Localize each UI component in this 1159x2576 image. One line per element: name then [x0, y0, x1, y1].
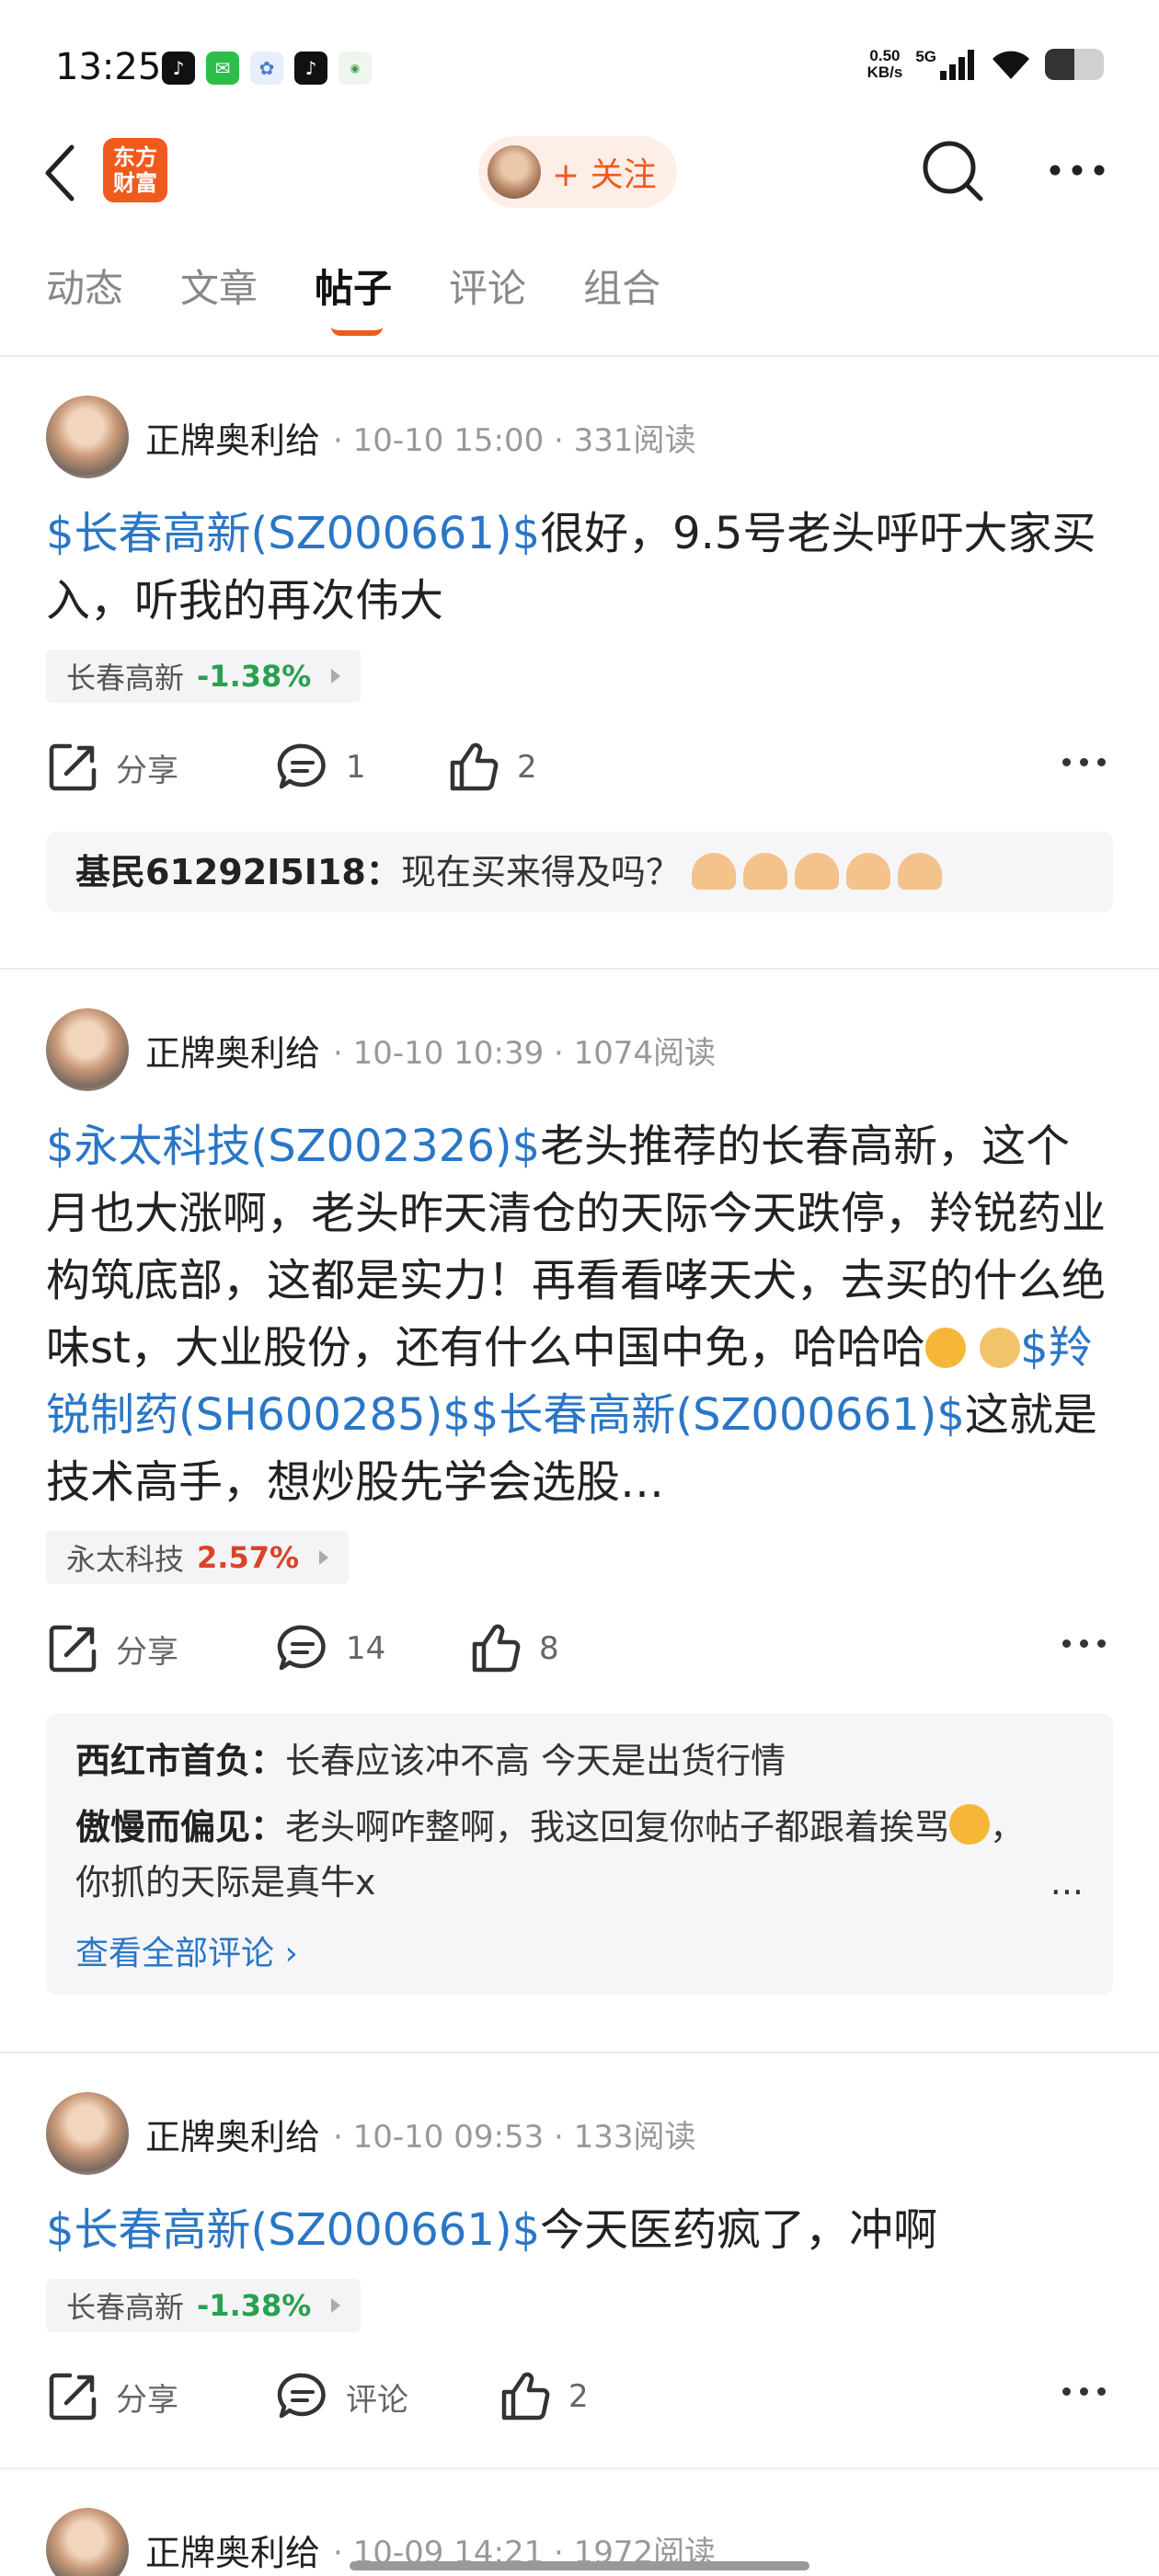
post-body[interactable]: $永太科技(SZ002326)$老头推荐的长春高新，这个月也大涨啊，老头昨天清仓…: [46, 1113, 1113, 1516]
post-card[interactable]: 正牌奥利给 · 10-09 14:21 · 1972阅读: [0, 2469, 1159, 2576]
share-icon: [49, 743, 97, 791]
tiktok-icon: ♪: [294, 52, 327, 85]
home-indicator[interactable]: [350, 2561, 809, 2570]
top-nav: 东方 财富 + 关注: [0, 129, 1159, 230]
comment-item: 基民61292I5I18：现在买来得及吗？: [75, 845, 1084, 900]
avatar: [488, 145, 541, 199]
net-speed: 0.50 KB/s: [866, 47, 903, 81]
stock-change: -1.38%: [197, 659, 312, 694]
comment-icon: [277, 743, 326, 789]
signal-indicator: 5G: [915, 49, 977, 80]
stock-link[interactable]: $长春高新(SZ000661)$: [471, 1389, 965, 1441]
stock-tag[interactable]: 长春高新 -1.38%: [46, 650, 361, 703]
wechat-icon: ✉: [206, 52, 239, 85]
stock-link[interactable]: $长春高新(SZ000661)$: [46, 508, 540, 559]
tab-portfolio[interactable]: 组合: [583, 258, 660, 314]
more-icon[interactable]: [1062, 758, 1106, 766]
share-button[interactable]: 分享: [46, 1622, 276, 1675]
comment-button[interactable]: 评论: [276, 2370, 499, 2423]
avatar[interactable]: [46, 2508, 129, 2576]
play-icon: [319, 1550, 329, 1565]
tab-comments[interactable]: 评论: [449, 258, 526, 314]
status-bar: 13:25 ♪ ✉ ✿ ♪ ◉ 0.50 KB/s 5G: [0, 0, 1159, 138]
cat-emoji: [980, 1328, 1021, 1368]
signal-icon: [940, 50, 974, 80]
play-icon: [331, 2298, 341, 2313]
more-comment-text[interactable]: ...: [1050, 1855, 1084, 1910]
comment-preview[interactable]: 西红市首负：长春应该冲不高 今天是出货行情 傲慢而偏见：老头啊咋整啊，我这回复你…: [46, 1713, 1113, 1995]
more-icon[interactable]: [1049, 164, 1106, 177]
post-actions: 分享 14 8: [46, 1603, 1113, 1695]
share-button[interactable]: 分享: [46, 2370, 276, 2423]
avatar[interactable]: [46, 396, 129, 478]
share-button[interactable]: 分享: [46, 741, 276, 794]
post-meta: · 10-10 15:00 · 331阅读: [333, 421, 696, 459]
post-meta: · 10-10 10:39 · 1074阅读: [333, 1034, 717, 1072]
post-meta: · 10-10 09:53 · 133阅读: [333, 2118, 696, 2156]
comment-preview[interactable]: 基民61292I5I18：现在买来得及吗？: [46, 832, 1113, 913]
app-icon: ✿: [250, 52, 283, 85]
stock-link[interactable]: $永太科技(SZ002326)$: [46, 1121, 540, 1172]
post-card[interactable]: 正牌奥利给 · 10-10 10:39 · 1074阅读 $永太科技(SZ002…: [0, 970, 1159, 2053]
app-icon: ◉: [339, 52, 372, 85]
stock-tag[interactable]: 永太科技 2.57%: [46, 1531, 350, 1584]
stock-change: -1.38%: [197, 2288, 312, 2323]
active-tab-indicator: [331, 327, 384, 336]
tiktok-icon: ♪: [162, 52, 195, 85]
post-card[interactable]: 正牌奥利给 · 10-10 09:53 · 133阅读 $长春高新(SZ0006…: [0, 2053, 1159, 2469]
pray-emoji: [691, 852, 949, 892]
author-name[interactable]: 正牌奥利给: [145, 1025, 320, 1075]
author-name[interactable]: 正牌奥利给: [145, 2109, 320, 2159]
post-body[interactable]: $长春高新(SZ000661)$今天医药疯了，冲啊: [46, 2197, 1113, 2264]
laugh-emoji: [924, 1328, 966, 1368]
like-button[interactable]: 8: [469, 1622, 559, 1675]
share-icon: [49, 2373, 97, 2421]
more-icon[interactable]: [1062, 1639, 1106, 1648]
follow-label: + 关注: [552, 156, 657, 194]
tab-articles[interactable]: 文章: [180, 258, 258, 314]
status-time: 13:25: [55, 46, 162, 88]
thumbs-up-icon: [501, 2372, 550, 2421]
author-name[interactable]: 正牌奥利给: [145, 412, 320, 463]
more-icon[interactable]: [1062, 2387, 1106, 2396]
search-icon[interactable]: [920, 138, 986, 204]
comment-icon: [277, 1625, 326, 1671]
view-all-comments-link[interactable]: 查看全部评论 ›: [75, 1926, 1084, 1974]
stock-change: 2.57%: [197, 1540, 300, 1575]
comment-button[interactable]: 1: [276, 741, 447, 794]
avatar[interactable]: [46, 2092, 129, 2175]
tab-bar: 动态 文章 帖子 评论 组合: [46, 258, 717, 336]
post-actions: 分享 1 2: [46, 721, 1113, 813]
battery-icon: [1045, 49, 1104, 80]
back-arrow-icon[interactable]: [42, 144, 79, 202]
notification-icons: ♪ ✉ ✿ ♪ ◉: [162, 52, 372, 85]
tab-posts[interactable]: 帖子: [315, 258, 392, 336]
comment-item: 傲慢而偏见：老头啊咋整啊，我这回复你帖子都跟着挨骂 ，你抓的天际是真牛x ...: [75, 1800, 1084, 1910]
wifi-icon: [993, 51, 1029, 79]
like-button[interactable]: 2: [447, 741, 537, 794]
post-feed: 正牌奥利给 · 10-10 15:00 · 331阅读 $长春高新(SZ0006…: [0, 357, 1159, 2576]
laugh-emoji: [949, 1804, 991, 1845]
follow-button[interactable]: + 关注: [478, 136, 677, 208]
thumbs-up-icon: [450, 742, 499, 791]
share-icon: [49, 1625, 97, 1673]
post-header: 正牌奥利给 · 10-10 10:39 · 1074阅读: [46, 1006, 1113, 1093]
post-actions: 分享 评论 2: [46, 2351, 1113, 2443]
post-header: 正牌奥利给 · 10-10 15:00 · 331阅读: [46, 394, 1113, 480]
author-name[interactable]: 正牌奥利给: [145, 2524, 320, 2575]
like-button[interactable]: 2: [499, 2370, 589, 2423]
play-icon: [331, 669, 341, 684]
post-body[interactable]: $长春高新(SZ000661)$很好，9.5号老头呼吁大家买入，听我的再次伟大: [46, 500, 1113, 635]
post-card[interactable]: 正牌奥利给 · 10-10 15:00 · 331阅读 $长春高新(SZ0006…: [0, 357, 1159, 970]
avatar[interactable]: [46, 1008, 129, 1091]
stock-tag[interactable]: 长春高新 -1.38%: [46, 2279, 361, 2332]
stock-link[interactable]: $长春高新(SZ000661)$: [46, 2204, 540, 2256]
thumbs-up-icon: [472, 1624, 521, 1673]
comment-item: 西红市首负：长春应该冲不高 今天是出货行情: [75, 1741, 786, 1781]
post-header: 正牌奥利给 · 10-10 09:53 · 133阅读: [46, 2090, 1113, 2177]
comment-button[interactable]: 14: [276, 1622, 469, 1675]
app-logo[interactable]: 东方 财富: [103, 138, 167, 202]
tab-dynamic[interactable]: 动态: [46, 258, 123, 314]
comment-icon: [277, 2373, 326, 2419]
